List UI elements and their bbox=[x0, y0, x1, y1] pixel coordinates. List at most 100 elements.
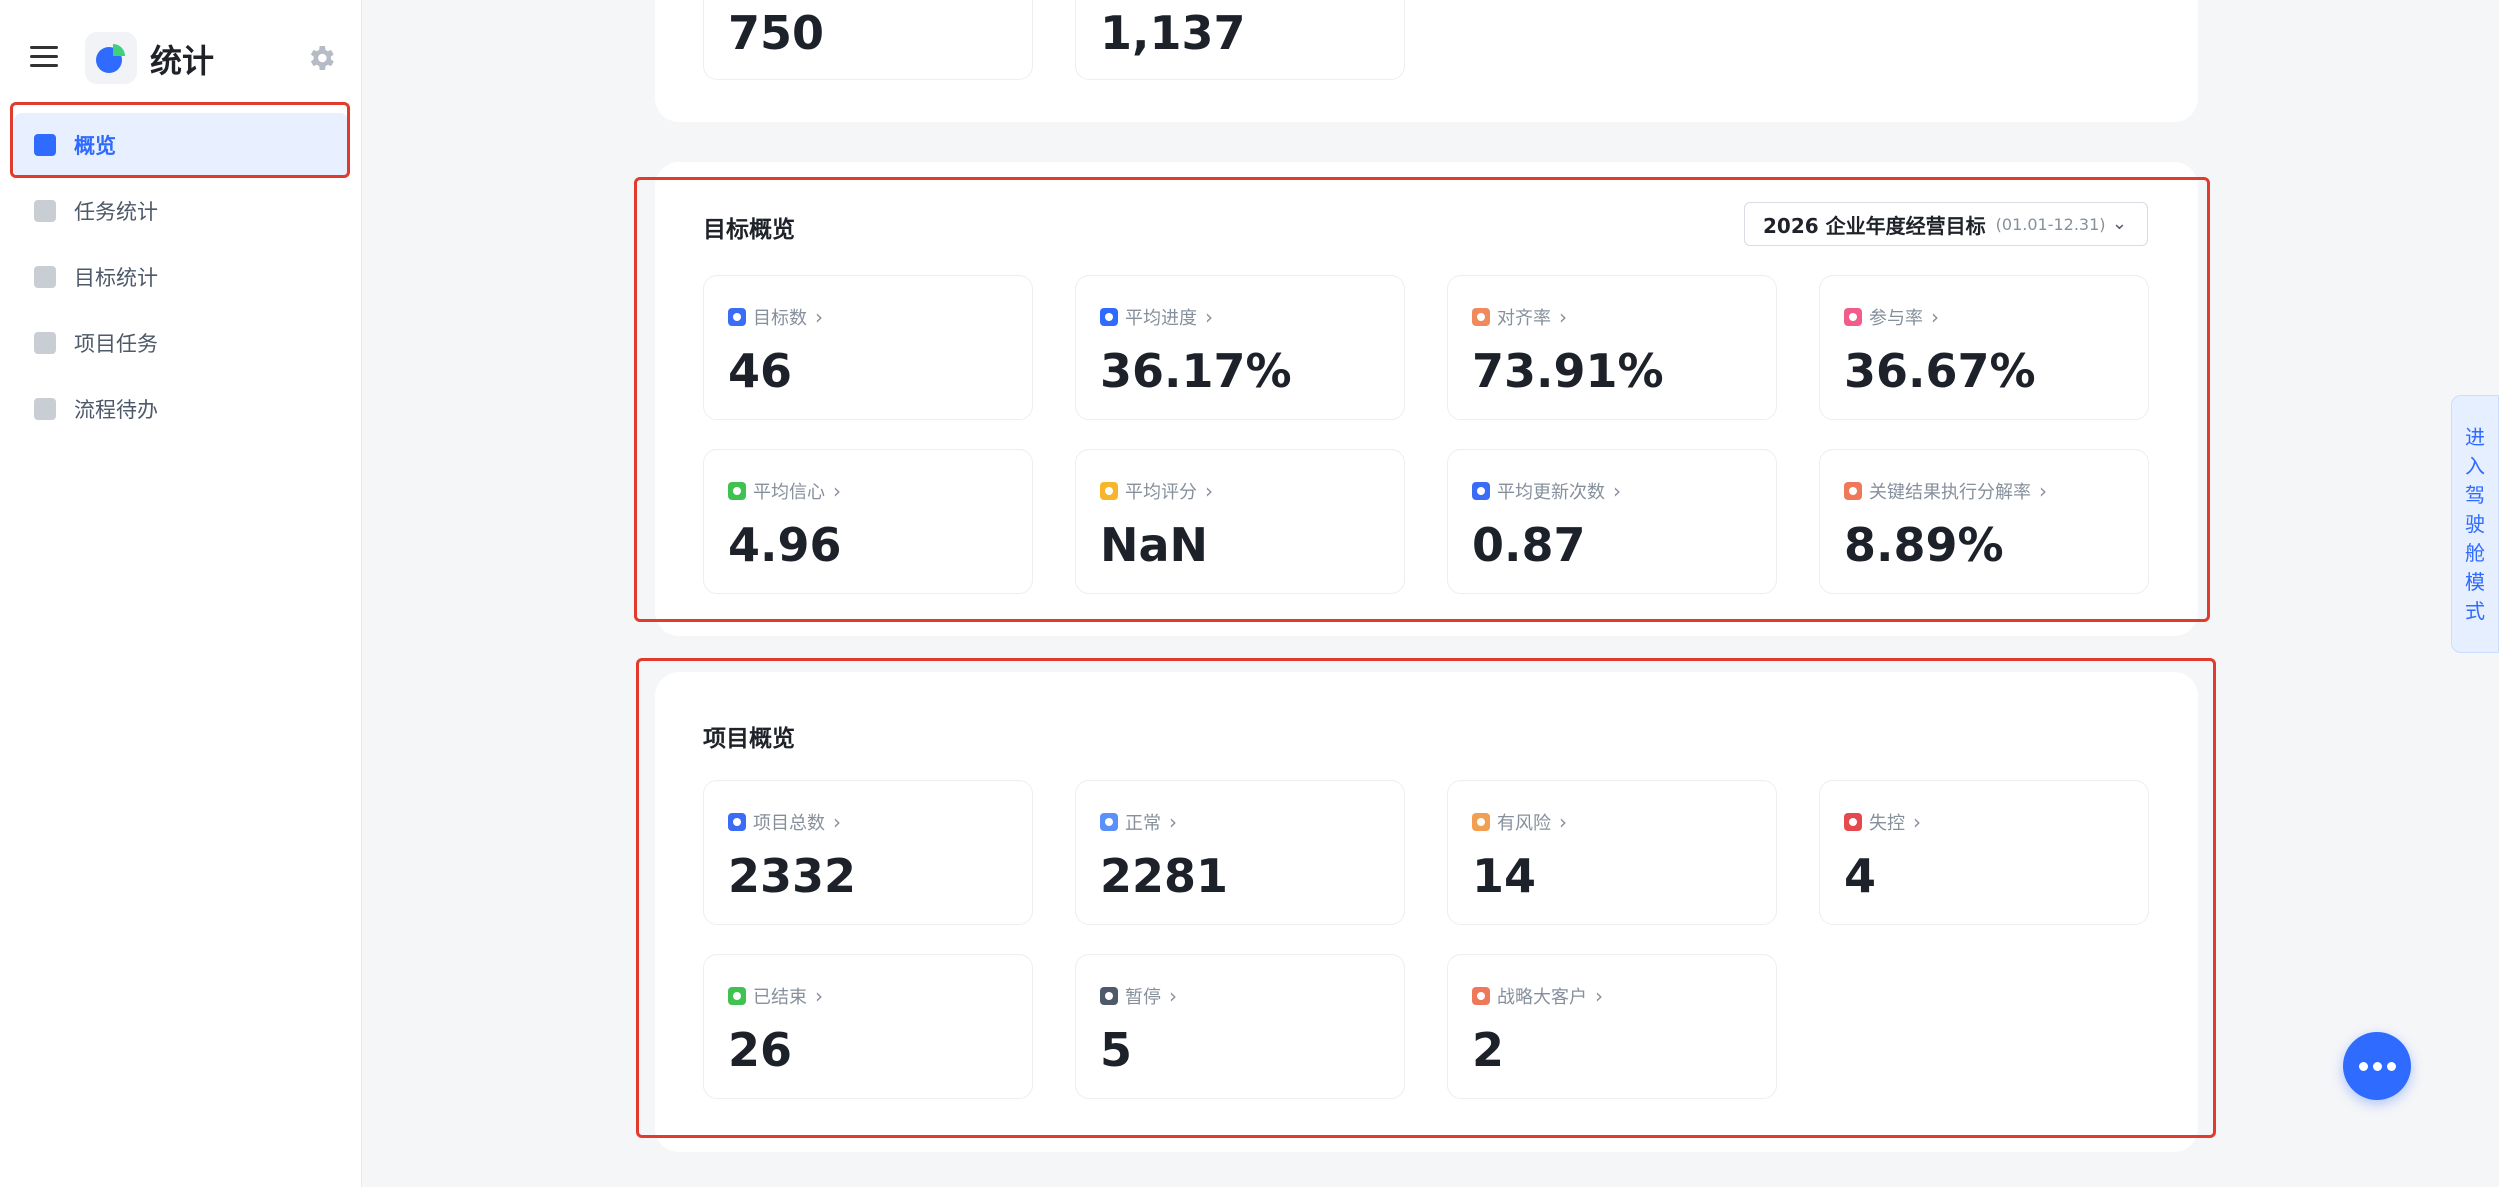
stat-label-row: 失控 › bbox=[1844, 809, 1921, 835]
chevron-right-icon: › bbox=[1169, 810, 1177, 834]
goal-icon bbox=[728, 308, 746, 326]
stat-card-goal-count[interactable]: 目标数 › 46 bbox=[703, 275, 1033, 420]
stat-card-avg-confidence[interactable]: 平均信心 › 4.96 bbox=[703, 449, 1033, 594]
gear-icon[interactable] bbox=[305, 42, 337, 74]
sidebar-item-label: 概览 bbox=[74, 134, 116, 158]
chevron-right-icon: › bbox=[1613, 479, 1621, 503]
alignment-icon bbox=[1472, 308, 1490, 326]
chevron-right-icon: › bbox=[1595, 984, 1603, 1008]
stat-label: 已结束 bbox=[753, 987, 807, 1008]
breakdown-icon bbox=[1844, 482, 1862, 500]
stat-value: 2332 bbox=[728, 849, 857, 903]
stat-label-row: 正常 › bbox=[1100, 809, 1177, 835]
cockpit-char: 式 bbox=[2465, 598, 2485, 623]
cockpit-char: 进 bbox=[2465, 424, 2485, 449]
completed-icon bbox=[728, 987, 746, 1005]
app-title: 统计 bbox=[150, 42, 215, 80]
stat-value: 2281 bbox=[1100, 849, 1229, 903]
stat-value: 4 bbox=[1844, 849, 1877, 903]
stat-label-row: 目标数 › bbox=[728, 304, 823, 330]
cockpit-char: 模 bbox=[2465, 569, 2485, 594]
chevron-right-icon: › bbox=[1913, 810, 1921, 834]
stat-value: 14 bbox=[1472, 849, 1537, 903]
stat-value: 1,137 bbox=[1100, 6, 1246, 60]
cockpit-char: 驾 bbox=[2465, 482, 2485, 507]
stat-card-participation-rate[interactable]: 参与率 › 36.67% bbox=[1819, 275, 2149, 420]
participation-icon bbox=[1844, 308, 1862, 326]
stat-label-row: 平均更新次数 › bbox=[1472, 478, 1621, 504]
stat-card-strategic-clients[interactable]: 战略大客户 › 2 bbox=[1447, 954, 1777, 1099]
goal-cycle-label: 2026 企业年度经营目标 bbox=[1763, 213, 1986, 238]
stat-value: 36.67% bbox=[1844, 344, 2036, 398]
project-icon bbox=[728, 813, 746, 831]
stat-value: 8.89% bbox=[1844, 518, 2004, 572]
stat-value: 26 bbox=[728, 1023, 793, 1077]
stat-card-project-completed[interactable]: 已结束 › 26 bbox=[703, 954, 1033, 1099]
sidebar-item-goal-stats[interactable]: 目标统计 bbox=[14, 245, 348, 309]
sidebar-item-label: 流程待办 bbox=[74, 398, 158, 422]
chevron-right-icon: › bbox=[2039, 479, 2047, 503]
calendar-icon bbox=[34, 200, 56, 222]
stat-label-row: 平均评分 › bbox=[1100, 478, 1213, 504]
chevron-right-icon: › bbox=[833, 479, 841, 503]
alert-icon bbox=[1844, 813, 1862, 831]
ellipsis-icon[interactable] bbox=[2343, 1032, 2411, 1100]
stat-label: 失控 bbox=[1869, 813, 1905, 834]
workflow-icon bbox=[34, 398, 56, 420]
stat-label: 参与率 bbox=[1869, 308, 1923, 329]
sidebar-item-overview[interactable]: 概览 bbox=[14, 113, 348, 177]
stat-card-project-out-of-control[interactable]: 失控 › 4 bbox=[1819, 780, 2149, 925]
stat-card-project-paused[interactable]: 暂停 › 5 bbox=[1075, 954, 1405, 1099]
enter-cockpit-mode-tab[interactable]: 进 入 驾 驶 舱 模 式 bbox=[2451, 395, 2499, 653]
sidebar-item-label: 目标统计 bbox=[74, 266, 158, 290]
stat-card-kr-breakdown-rate[interactable]: 关键结果执行分解率 › 8.89% bbox=[1819, 449, 2149, 594]
stat-card-top-2[interactable]: 1,137 bbox=[1075, 0, 1405, 80]
stat-label-row: 平均进度 › bbox=[1100, 304, 1213, 330]
sidebar-item-label: 任务统计 bbox=[74, 200, 158, 224]
checkbox-icon bbox=[34, 332, 56, 354]
chevron-right-icon: › bbox=[815, 305, 823, 329]
stat-value: 46 bbox=[728, 344, 793, 398]
stat-label-row: 关键结果执行分解率 › bbox=[1844, 478, 2047, 504]
stat-label: 平均更新次数 bbox=[1497, 482, 1605, 503]
stat-card-avg-updates[interactable]: 平均更新次数 › 0.87 bbox=[1447, 449, 1777, 594]
chevron-right-icon: › bbox=[1931, 305, 1939, 329]
stat-card-avg-progress[interactable]: 平均进度 › 36.17% bbox=[1075, 275, 1405, 420]
stat-label: 目标数 bbox=[753, 308, 807, 329]
goal-cycle-select[interactable]: 2026 企业年度经营目标 (01.01-12.31) ⌄ bbox=[1744, 202, 2148, 246]
stat-label-row: 战略大客户 › bbox=[1472, 983, 1603, 1009]
sidebar-item-task-stats[interactable]: 任务统计 bbox=[14, 179, 348, 243]
hamburger-icon[interactable] bbox=[30, 46, 58, 68]
sidebar-item-label: 项目任务 bbox=[74, 332, 158, 356]
stat-label: 对齐率 bbox=[1497, 308, 1551, 329]
check-circle-icon bbox=[1100, 813, 1118, 831]
stat-value: 0.87 bbox=[1472, 518, 1586, 572]
stat-card-project-normal[interactable]: 正常 › 2281 bbox=[1075, 780, 1405, 925]
stat-card-project-total[interactable]: 项目总数 › 2332 bbox=[703, 780, 1033, 925]
stat-label: 关键结果执行分解率 bbox=[1869, 482, 2031, 503]
stat-label: 暂停 bbox=[1125, 987, 1161, 1008]
sidebar-item-workflow-todo[interactable]: 流程待办 bbox=[14, 377, 348, 441]
pause-icon bbox=[1100, 987, 1118, 1005]
chevron-right-icon: › bbox=[1205, 479, 1213, 503]
chevron-right-icon: › bbox=[833, 810, 841, 834]
goal-cycle-range: (01.01-12.31) bbox=[1995, 214, 2106, 234]
star-icon bbox=[1100, 482, 1118, 500]
warning-icon bbox=[1472, 813, 1490, 831]
stat-card-alignment-rate[interactable]: 对齐率 › 73.91% bbox=[1447, 275, 1777, 420]
stat-label-row: 项目总数 › bbox=[728, 809, 841, 835]
sidebar-item-project-tasks[interactable]: 项目任务 bbox=[14, 311, 348, 375]
stat-value: 4.96 bbox=[728, 518, 842, 572]
presentation-icon bbox=[34, 134, 56, 156]
sidebar-header: 统计 bbox=[0, 0, 362, 110]
stat-value: 73.91% bbox=[1472, 344, 1664, 398]
stat-card-avg-score[interactable]: 平均评分 › NaN bbox=[1075, 449, 1405, 594]
stat-label: 平均评分 bbox=[1125, 482, 1197, 503]
stat-label: 正常 bbox=[1125, 813, 1161, 834]
stat-value: 750 bbox=[728, 6, 825, 60]
stat-card-project-at-risk[interactable]: 有风险 › 14 bbox=[1447, 780, 1777, 925]
stat-card-top-1[interactable]: 750 bbox=[703, 0, 1033, 80]
app-logo bbox=[85, 32, 137, 84]
stat-label-row: 有风险 › bbox=[1472, 809, 1567, 835]
stat-value: 36.17% bbox=[1100, 344, 1292, 398]
